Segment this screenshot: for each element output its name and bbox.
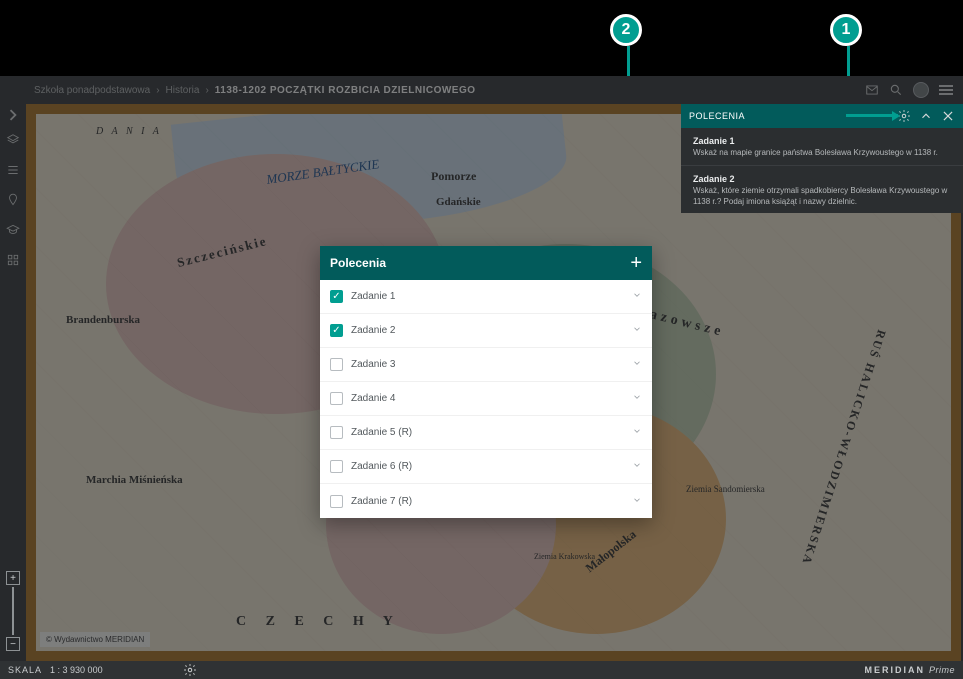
task-label: Zadanie 7 (R) xyxy=(351,496,412,507)
modal-task-row[interactable]: Zadanie 3 xyxy=(320,348,652,382)
chevron-down-icon[interactable] xyxy=(632,392,642,405)
footer-bar: SKALA 1 : 3 930 000 MERIDIAN Prime xyxy=(0,661,963,679)
collapse-up-icon[interactable] xyxy=(919,109,933,123)
chevron-down-icon[interactable] xyxy=(632,426,642,439)
modal-task-row[interactable]: Zadanie 5 (R) xyxy=(320,416,652,450)
zoom-control: + − xyxy=(6,571,20,651)
modal-task-row[interactable]: ✓ Zadanie 1 xyxy=(320,280,652,314)
brand-meridian: MERIDIAN xyxy=(864,665,925,675)
modal-header: Polecenia + xyxy=(320,246,652,280)
task-checkbox[interactable] xyxy=(330,495,343,508)
close-icon[interactable] xyxy=(941,109,955,123)
side-task[interactable]: Zadanie 2 Wskaż, które ziemie otrzymali s… xyxy=(681,166,963,214)
task-checkbox[interactable]: ✓ xyxy=(330,290,343,303)
side-task-list: Zadanie 1 Wskaż na mapie granice państwa … xyxy=(681,128,963,213)
task-label: Zadanie 5 (R) xyxy=(351,427,412,438)
tasks-side-panel: POLECENIA Zadanie 1 Wskaż na mapie granic… xyxy=(681,104,963,213)
side-task-desc: Wskaż, które ziemie otrzymali spadkobier… xyxy=(693,186,951,208)
task-label: Zadanie 6 (R) xyxy=(351,461,412,472)
arrow-right-icon xyxy=(892,111,900,121)
chevron-down-icon[interactable] xyxy=(632,495,642,508)
task-label: Zadanie 4 xyxy=(351,393,395,404)
side-task-title: Zadanie 1 xyxy=(693,136,951,146)
task-checkbox[interactable] xyxy=(330,392,343,405)
modal-title: Polecenia xyxy=(330,256,386,270)
side-task-title: Zadanie 2 xyxy=(693,174,951,184)
chevron-down-icon[interactable] xyxy=(632,358,642,371)
pin-2-bubble: 2 xyxy=(610,14,642,46)
scale-label: SKALA xyxy=(8,665,42,675)
scale-value: 1 : 3 930 000 xyxy=(50,665,103,675)
modal-task-row[interactable]: Zadanie 7 (R) xyxy=(320,484,652,518)
side-panel-header: POLECENIA xyxy=(681,104,963,128)
modal-task-row[interactable]: Zadanie 6 (R) xyxy=(320,450,652,484)
modal-task-row[interactable]: ✓ Zadanie 2 xyxy=(320,314,652,348)
task-checkbox[interactable]: ✓ xyxy=(330,324,343,337)
chevron-down-icon[interactable] xyxy=(632,460,642,473)
modal-task-list: ✓ Zadanie 1 ✓ Zadanie 2 Zadanie 3 Zadanie 4 Za… xyxy=(320,280,652,518)
side-panel-title: POLECENIA xyxy=(689,111,745,121)
zoom-slider[interactable] xyxy=(12,587,14,635)
tasks-modal: Polecenia + ✓ Zadanie 1 ✓ Zadanie 2 Zadanie … xyxy=(320,246,652,518)
side-task-desc: Wskaż na mapie granice państwa Bolesława… xyxy=(693,148,951,159)
side-task[interactable]: Zadanie 1 Wskaż na mapie granice państwa … xyxy=(681,128,963,166)
zoom-in-button[interactable]: + xyxy=(6,571,20,585)
annotation-strip: 2 1 xyxy=(0,0,963,76)
zoom-out-button[interactable]: − xyxy=(6,637,20,651)
task-label: Zadanie 3 xyxy=(351,359,395,370)
pin-1-bubble: 1 xyxy=(830,14,862,46)
app-frame: Szkoła ponadpodstawowa › Historia › 1138… xyxy=(0,76,963,679)
add-task-button[interactable]: + xyxy=(630,253,642,273)
annotation-leader-1 xyxy=(846,114,898,117)
task-checkbox[interactable] xyxy=(330,460,343,473)
task-label: Zadanie 2 xyxy=(351,325,395,336)
brand-prime: Prime xyxy=(929,665,955,675)
task-label: Zadanie 1 xyxy=(351,291,395,302)
modal-task-row[interactable]: Zadanie 4 xyxy=(320,382,652,416)
footer-brand: MERIDIAN Prime xyxy=(864,665,955,675)
footer-gear-icon[interactable] xyxy=(183,663,197,677)
chevron-down-icon[interactable] xyxy=(632,290,642,303)
task-checkbox[interactable] xyxy=(330,358,343,371)
task-checkbox[interactable] xyxy=(330,426,343,439)
chevron-down-icon[interactable] xyxy=(632,324,642,337)
